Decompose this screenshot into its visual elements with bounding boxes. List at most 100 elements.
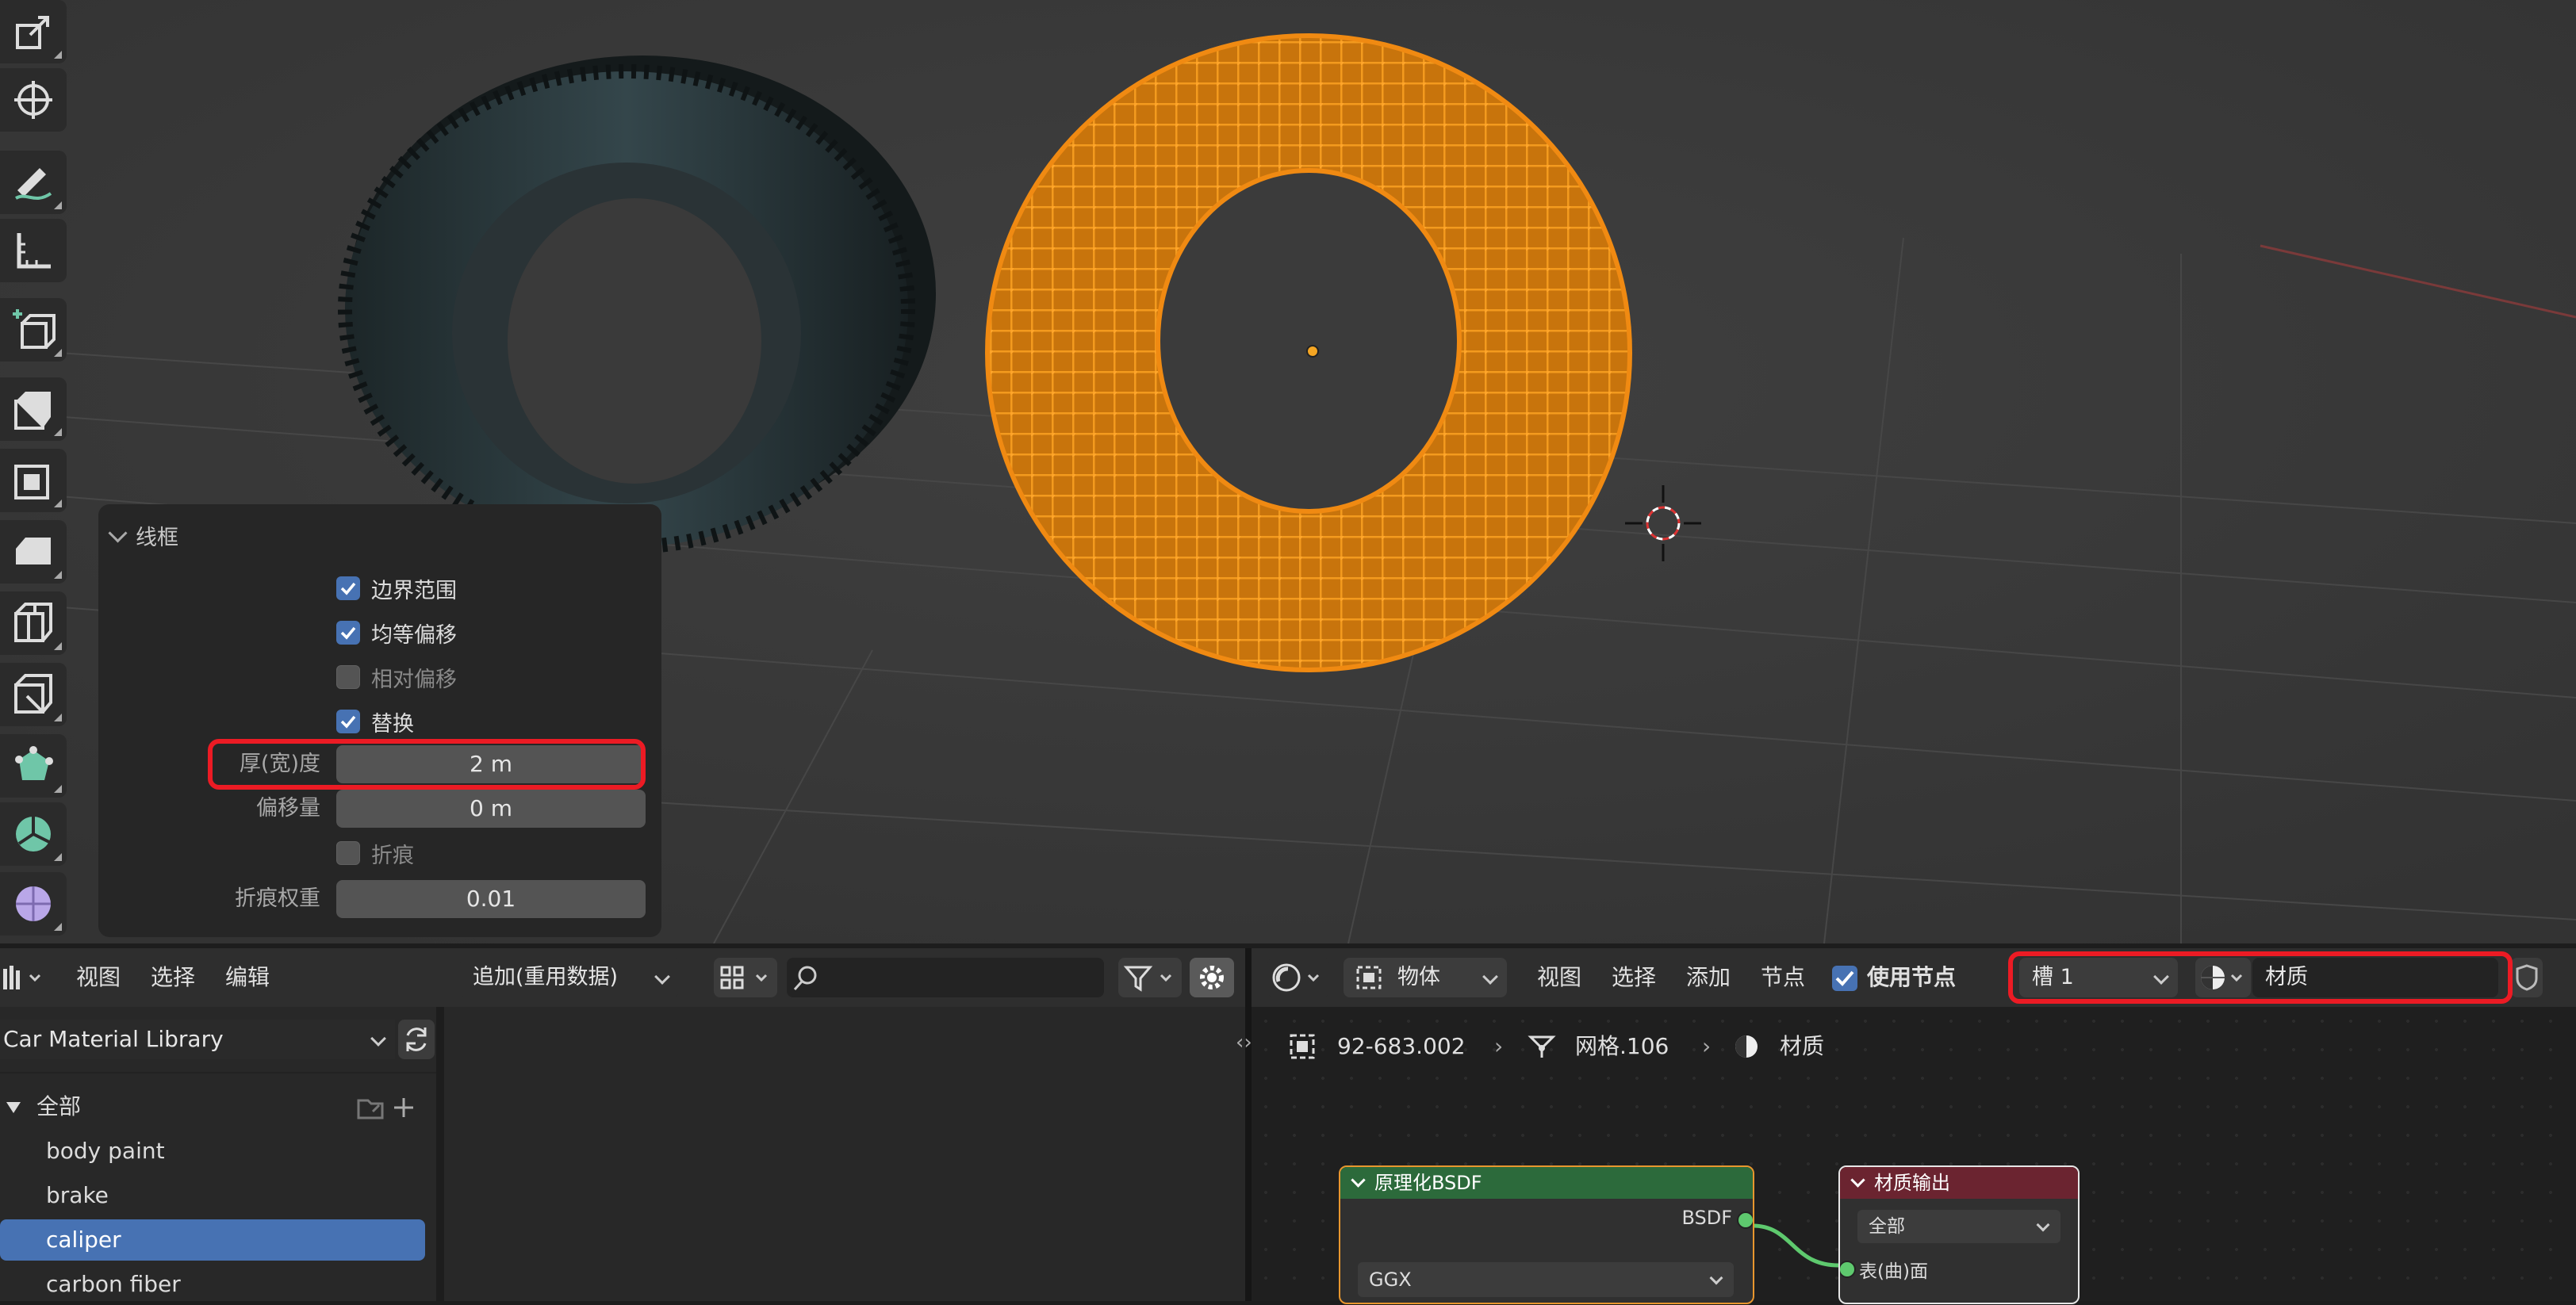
node-link [1752,1223,1839,1268]
output-target-dropdown[interactable]: 全部 [1857,1210,2060,1243]
crease-weight-field[interactable]: 0.01 [336,880,646,918]
wireframe-operator-panel: 线框 边界范围 均等偏移 相对偏移 替换 厚(宽)度 2 m 偏移量 0 m 折… [98,504,661,937]
offset-field[interactable]: 0 m [336,790,646,828]
material-sphere-icon [1735,1035,1758,1058]
surface-input-socket[interactable] [1840,1261,1856,1278]
measure-tool-icon[interactable] [0,219,67,282]
replace-checkbox-row[interactable]: 替换 [336,704,414,739]
material-slot-highlight-box [2008,951,2513,1004]
crease-weight-label: 折痕权重 [235,886,320,911]
material-output-node[interactable]: 材质输出 全部 表(曲)面 [1838,1165,2080,1304]
transform-tool-icon[interactable] [0,68,67,132]
bevel-tool-icon[interactable] [0,520,67,584]
sidebar-toggle-arrows-icon[interactable]: ‹› [1236,1031,1267,1062]
refresh-icon [406,1028,427,1051]
menu-view[interactable]: 视图 [1537,948,1581,1007]
node-header[interactable]: 原理化BSDF [1340,1167,1753,1199]
object-origin-dot [1306,345,1319,358]
knife-tool-icon[interactable] [0,663,67,726]
use-nodes-label[interactable]: 使用节点 [1867,948,1956,1007]
import-method-label: 追加(重用数据) [473,965,619,989]
node-header[interactable]: 材质输出 [1840,1167,2078,1199]
new-catalog-icon[interactable] [355,1094,387,1121]
refresh-library-button[interactable] [398,1020,435,1059]
annotate-tool-icon[interactable] [0,151,67,214]
search-icon [793,966,817,991]
asset-browser-header: 视图 选择 编辑 追加(重用数据) [0,948,1245,1007]
relative-offset-checkbox-row[interactable]: 相对偏移 [336,660,457,695]
spin-tool-icon[interactable] [0,802,67,866]
object-mode-dropdown[interactable]: 物体 [1344,958,1507,997]
area-divider[interactable] [1245,948,1252,1301]
boundary-checkbox[interactable] [336,576,360,600]
chevron-down-icon [1850,1173,1865,1188]
output-target-value: 全部 [1869,1216,1905,1237]
asset-search-input[interactable] [787,958,1104,997]
asset-grid-area[interactable] [444,1007,1245,1301]
panel-title: 线框 [136,526,178,550]
display-mode-button[interactable] [714,958,777,997]
fake-user-button[interactable] [2511,958,2543,997]
category-brake[interactable]: brake [0,1175,425,1216]
add-cube-tool-icon[interactable] [0,298,67,362]
menu-select[interactable]: 选择 [1612,948,1656,1007]
3d-viewport[interactable]: 线框 边界范围 均等偏移 相对偏移 替换 厚(宽)度 2 m 偏移量 0 m 折… [0,0,2576,943]
checkbox-label: 相对偏移 [371,667,457,692]
object-icon [1290,1034,1315,1059]
check-icon [1835,970,1854,986]
relative-offset-checkbox[interactable] [336,665,360,689]
use-nodes-checkbox[interactable] [1832,966,1857,991]
mesh-data-icon [1528,1035,1556,1058]
bsdf-output-socket[interactable] [1737,1211,1753,1229]
distribution-dropdown[interactable]: GGX [1358,1262,1734,1297]
import-method-dropdown[interactable]: 追加(重用数据) [460,958,679,997]
add-icon[interactable] [392,1096,416,1119]
poly-build-tool-icon[interactable] [0,734,67,798]
object-mode-label: 物体 [1397,965,1440,989]
smooth-tool-icon[interactable] [0,872,67,936]
shader-editor-icon [1272,963,1320,992]
crease-checkbox-row[interactable]: 折痕 [336,836,414,871]
category-label: 全部 [36,1093,82,1119]
chevron-down-icon [370,1031,386,1047]
menu-node[interactable]: 节点 [1761,948,1805,1007]
menu-select[interactable]: 选择 [151,948,195,1007]
breadcrumb-separator-icon: › [1702,1033,1712,1059]
principled-bsdf-node[interactable]: 原理化BSDF BSDF GGX [1339,1165,1754,1304]
grid-icon [720,966,768,989]
even-offset-checkbox-row[interactable]: 均等偏移 [336,615,457,650]
editor-type-icon[interactable] [0,958,48,997]
loop-cut-tool-icon[interactable] [0,591,67,655]
breadcrumb-separator-icon: › [1494,1033,1504,1059]
menu-edit[interactable]: 编辑 [225,948,270,1007]
distribution-value: GGX [1369,1269,1412,1291]
asset-library-sidebar: Car Material Library 全部 body paint brake… [0,1007,436,1301]
library-name: Car Material Library [3,1026,224,1052]
scale-tool-icon[interactable] [0,0,67,63]
replace-checkbox[interactable] [336,710,360,733]
library-selector[interactable]: Car Material Library [0,1020,395,1059]
chevron-down-icon [1482,969,1498,985]
inset-tool-icon[interactable] [0,449,67,512]
category-caliper[interactable]: caliper [0,1219,425,1261]
category-all[interactable]: 全部 [0,1086,425,1127]
menu-view[interactable]: 视图 [76,948,121,1007]
extrude-tool-icon[interactable] [0,377,67,441]
editor-type-button[interactable] [1267,958,1329,997]
category-body-paint[interactable]: body paint [0,1131,425,1172]
even-offset-checkbox[interactable] [336,621,360,645]
tool-shelf [0,0,70,943]
filter-button[interactable] [1118,958,1182,997]
category-carbon-fiber[interactable]: carbon fiber [0,1264,425,1305]
gear-icon [1200,966,1224,989]
chevron-down-icon [2036,1218,2050,1232]
settings-toggle[interactable] [1190,958,1234,997]
bsdf-node-title: 原理化BSDF [1374,1172,1482,1194]
boundary-checkbox-row[interactable]: 边界范围 [336,571,457,606]
chevron-down-icon [654,969,670,985]
panel-header[interactable]: 线框 [108,520,178,551]
wireframe-torus-selected[interactable] [985,33,1632,672]
offset-row: 偏移量 0 m [98,790,661,828]
crease-checkbox[interactable] [336,841,360,865]
menu-add[interactable]: 添加 [1686,948,1731,1007]
